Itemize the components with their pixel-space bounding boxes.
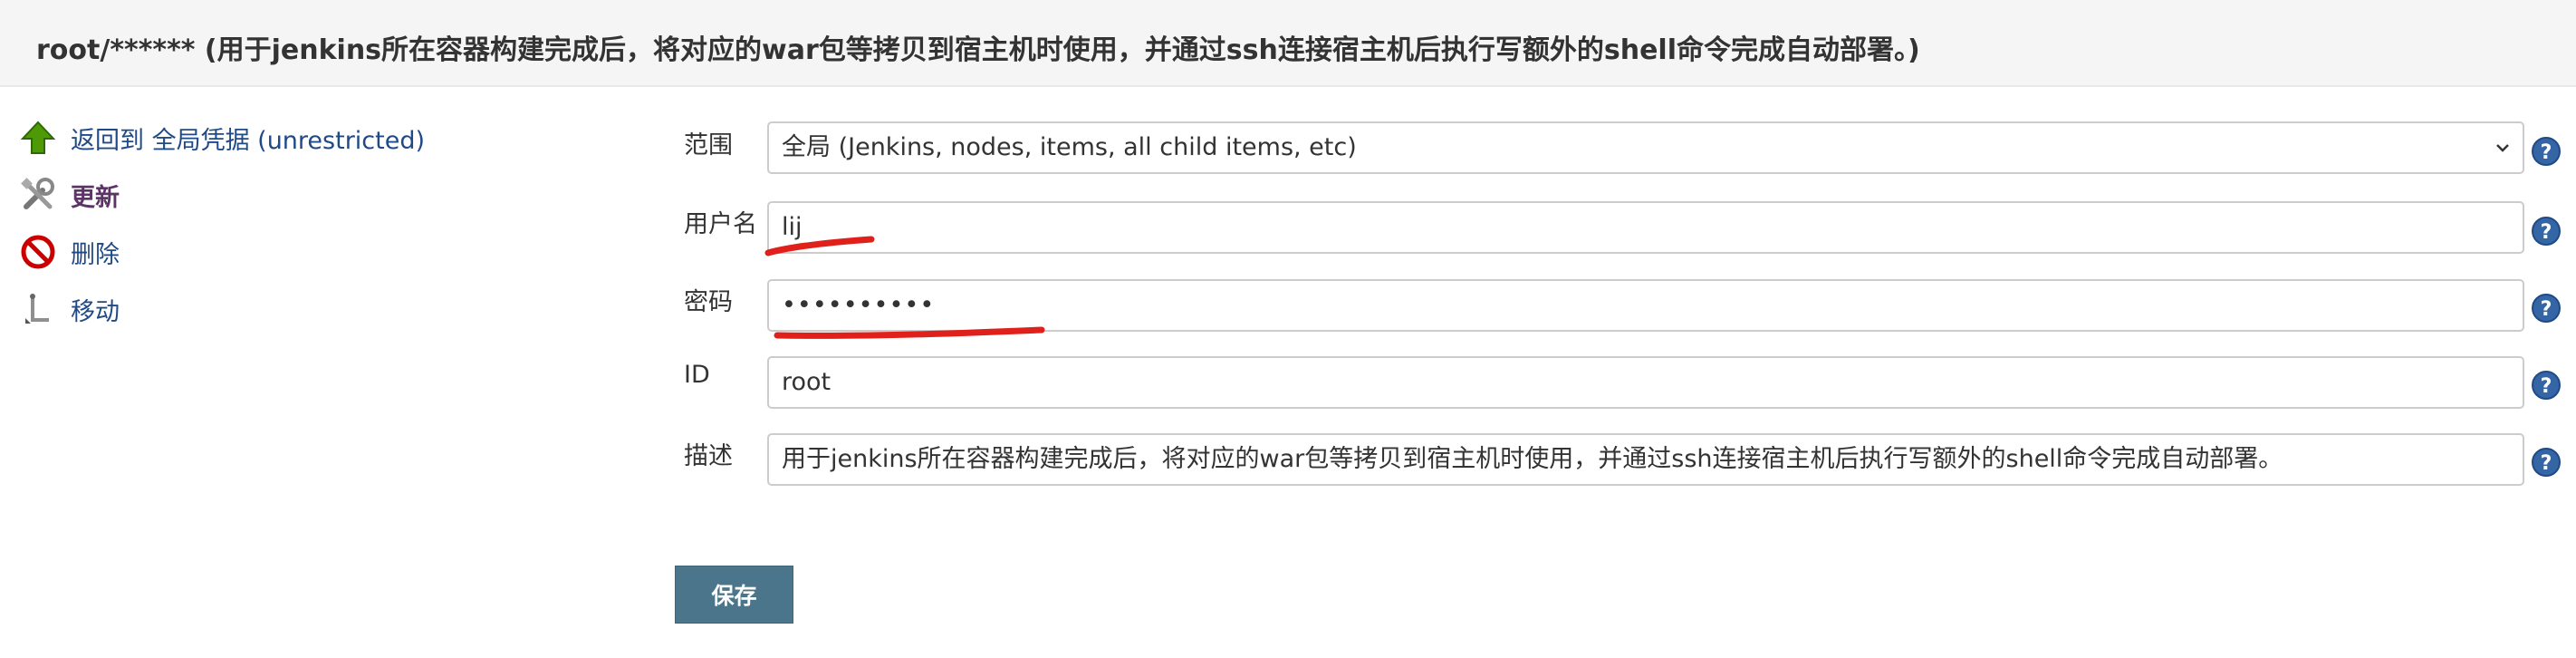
svg-text:?: ? <box>2541 298 2552 321</box>
page-title: root/****** (用于jenkins所在容器构建完成后，将对应的war包… <box>36 34 1920 66</box>
password-field[interactable]: •••••••••• <box>767 279 2524 332</box>
svg-text:?: ? <box>2541 452 2552 475</box>
id-field[interactable]: root <box>767 356 2524 409</box>
sidebar-item-label: 返回到 全局凭据 (unrestricted) <box>71 126 426 155</box>
scope-selected-value: 全局 (Jenkins, nodes, items, all child ite… <box>782 133 1357 161</box>
sidebar-item-label: 移动 <box>71 297 120 326</box>
save-button[interactable]: 保存 <box>675 566 793 624</box>
svg-text:?: ? <box>2541 375 2552 398</box>
id-label: ID <box>684 361 710 389</box>
sidebar-item-delete[interactable]: 删除 <box>18 227 120 277</box>
move-icon <box>18 289 58 329</box>
sidebar-item-label: 更新 <box>71 183 120 212</box>
help-icon[interactable]: ? <box>2531 447 2562 478</box>
svg-text:?: ? <box>2541 221 2552 244</box>
sidebar-item-label: 删除 <box>71 240 120 269</box>
help-icon[interactable]: ? <box>2531 370 2562 401</box>
scope-label: 范围 <box>684 131 733 160</box>
description-label: 描述 <box>684 442 733 470</box>
sidebar-item-move[interactable]: 移动 <box>18 284 120 334</box>
svg-text:?: ? <box>2541 141 2552 164</box>
help-icon[interactable]: ? <box>2531 293 2562 324</box>
help-icon[interactable]: ? <box>2531 216 2562 247</box>
page-header: root/****** (用于jenkins所在容器构建完成后，将对应的war包… <box>0 0 2576 87</box>
scope-select[interactable]: 全局 (Jenkins, nodes, items, all child ite… <box>767 121 2524 174</box>
up-arrow-icon <box>18 118 58 158</box>
help-icon[interactable]: ? <box>2531 136 2562 167</box>
username-field[interactable]: lij <box>767 201 2524 254</box>
tools-icon <box>18 175 58 215</box>
sidebar-item-update[interactable]: 更新 <box>18 169 120 220</box>
chevron-down-icon <box>2492 137 2514 159</box>
no-entry-icon <box>18 232 58 272</box>
username-label: 用户名 <box>684 210 757 238</box>
description-field[interactable]: 用于jenkins所在容器构建完成后，将对应的war包等拷贝到宿主机时使用，并通… <box>767 433 2524 486</box>
password-label: 密码 <box>684 288 733 316</box>
sidebar-item-back[interactable]: 返回到 全局凭据 (unrestricted) <box>18 112 425 163</box>
